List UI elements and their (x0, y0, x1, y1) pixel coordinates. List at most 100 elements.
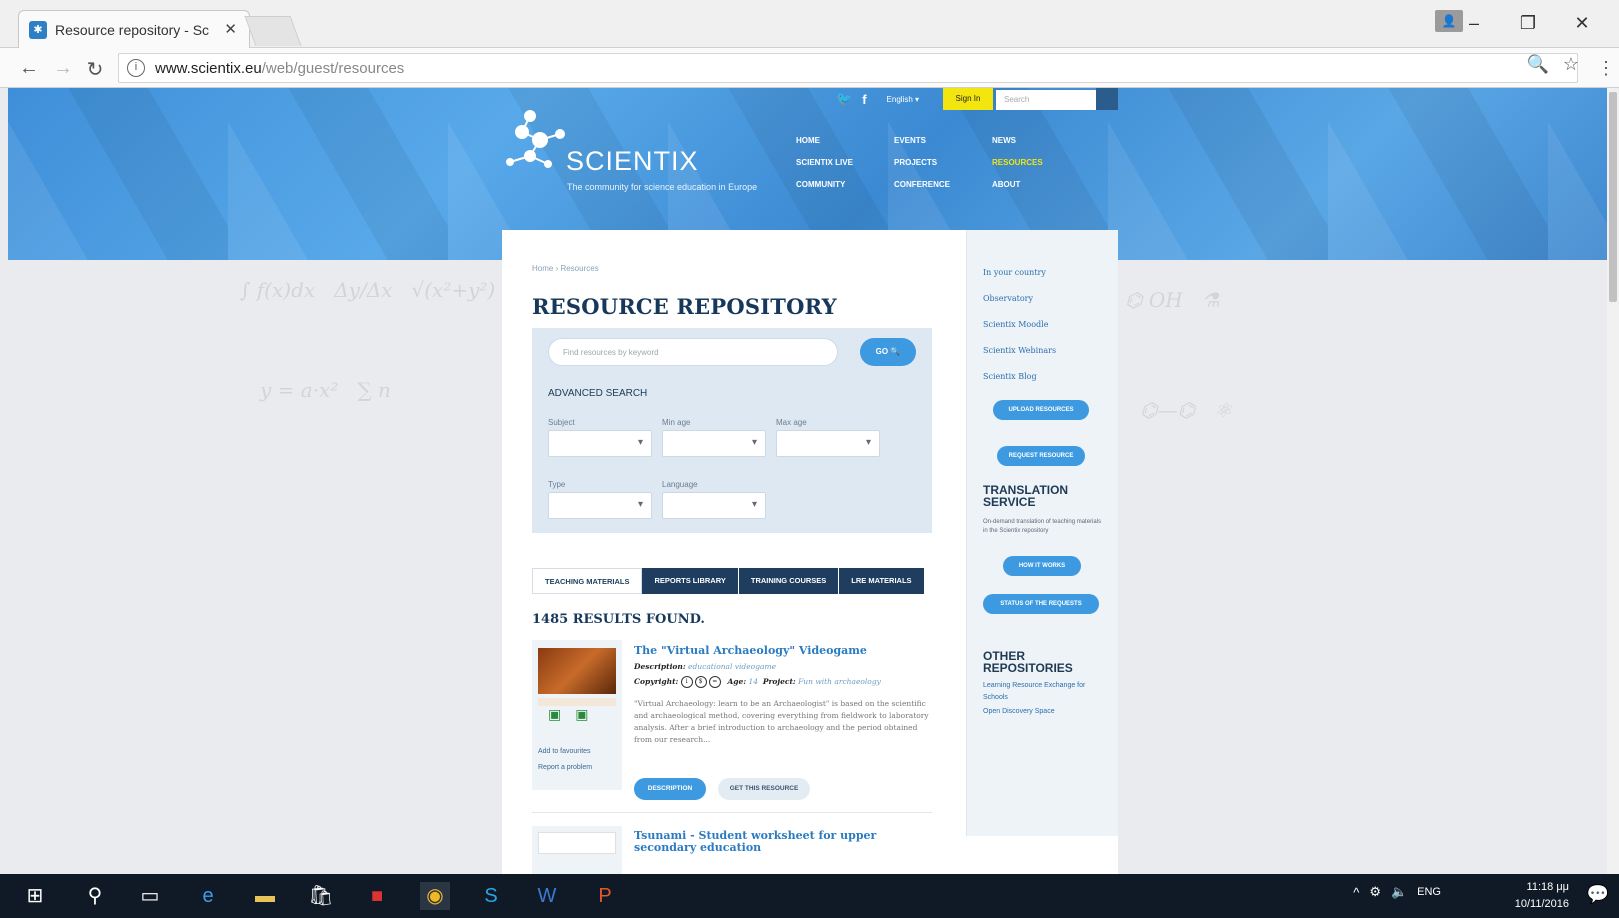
sidebar-footer-space (966, 836, 1118, 874)
new-tab-button[interactable] (244, 16, 302, 46)
cc-by-icon: i (680, 676, 693, 688)
nav-community[interactable]: Community (796, 180, 894, 189)
result-thumbnail-panel (532, 826, 622, 874)
address-bar[interactable]: i www.scientix.eu/web/guest/resources (118, 53, 1578, 83)
sidebar-link-moodle[interactable]: Scientix Moodle (983, 320, 1048, 329)
nav-resources[interactable]: Resources (992, 158, 1072, 167)
network-icon[interactable]: ⚙ (1369, 884, 1381, 900)
maximize-button[interactable]: ❐ (1501, 8, 1555, 38)
description-label: Description: (634, 662, 686, 671)
request-resource-button[interactable]: Request resource (997, 446, 1085, 466)
nav-news[interactable]: News (992, 136, 1072, 145)
notifications-icon[interactable]: 💬 (1587, 884, 1609, 905)
sidebar-link-in-your-country[interactable]: In your country (983, 268, 1046, 277)
omnibox-icons: 🔍 ☆ (1526, 54, 1579, 75)
powerpoint-app-icon[interactable]: P (590, 882, 620, 910)
skype-icon[interactable]: S (476, 882, 506, 910)
other-repo-ods[interactable]: Open Discovery Space (983, 706, 1055, 718)
file-explorer-icon[interactable]: ▬ (250, 882, 280, 910)
background-graph-sketch: y = a·x² ∑ n (260, 378, 391, 402)
nav-projects[interactable]: Projects (894, 158, 992, 167)
tab-lre-materials[interactable]: LRE materials (839, 568, 925, 594)
result-title[interactable]: The "Virtual Archaeology" Videogame (634, 644, 867, 657)
result-thumbnail[interactable] (538, 832, 616, 854)
site-search-input[interactable]: Search (996, 90, 1096, 110)
other-repo-lre[interactable]: Learning Resource Exchange for Schools (983, 680, 1103, 704)
browser-menu-icon[interactable]: ⋮ (1597, 58, 1615, 79)
sidebar: In your country Observatory Scientix Moo… (966, 230, 1118, 836)
chrome-icon[interactable]: ◉ (420, 882, 450, 910)
max-age-select[interactable] (776, 430, 880, 457)
age-value: 14 (748, 677, 759, 686)
facebook-icon[interactable]: f (862, 92, 866, 107)
system-tray: ^ ⚙ 🔈 ENG (1353, 884, 1441, 900)
nav-home[interactable]: Home (796, 136, 894, 145)
volume-icon[interactable]: 🔈 (1391, 884, 1407, 900)
status-requests-button[interactable]: Status of the requests (983, 594, 1099, 614)
nav-about[interactable]: About (992, 180, 1072, 189)
nav-conference[interactable]: Conference (894, 180, 992, 189)
nav-events[interactable]: Events (894, 136, 992, 145)
scrollbar-thumb[interactable] (1609, 92, 1617, 302)
sign-in-button[interactable]: Sign In (943, 88, 993, 110)
type-select[interactable] (548, 492, 652, 519)
cc-nd-icon: = (708, 676, 721, 688)
project-value[interactable]: Fun with archaeology (798, 677, 881, 686)
how-it-works-button[interactable]: How it works (1003, 556, 1081, 576)
input-language[interactable]: ENG (1417, 886, 1441, 898)
bookmark-star-icon[interactable]: ☆ (1563, 54, 1579, 75)
page-scrollbar[interactable] (1607, 88, 1619, 874)
language-label: Language (662, 480, 698, 489)
sidebar-link-observatory[interactable]: Observatory (983, 294, 1033, 303)
edge-browser-icon[interactable]: e (193, 882, 223, 910)
media-app-icon[interactable]: ■ (362, 882, 392, 910)
taskbar-clock[interactable]: 11:18 μμ 10/11/2016 (1515, 879, 1569, 913)
tab-reports-library[interactable]: Reports library (642, 568, 739, 594)
scientix-logo[interactable]: SCIENTIX The community for science educa… (500, 106, 760, 196)
back-arrow-icon[interactable]: ← (16, 57, 42, 80)
tab-training-courses[interactable]: Training courses (738, 568, 840, 594)
sidebar-link-webinars[interactable]: Scientix Webinars (983, 346, 1056, 355)
breadcrumb[interactable]: Home › Resources (532, 264, 599, 273)
min-age-select[interactable] (662, 430, 766, 457)
result-title[interactable]: Tsunami - Student worksheet for upper se… (634, 830, 894, 854)
close-window-button[interactable]: ✕ (1555, 8, 1609, 38)
scientix-favicon-icon: ✱ (29, 20, 47, 39)
result-thumbnail[interactable] (538, 648, 616, 694)
site-info-icon[interactable]: i (127, 59, 145, 77)
task-view-icon[interactable]: ▭ (135, 882, 165, 910)
description-button[interactable]: Description (634, 778, 706, 800)
tab-teaching-materials[interactable]: Teaching materials (532, 568, 643, 594)
search-icon[interactable]: ⚲ (80, 882, 110, 910)
windows-start-icon[interactable]: ⊞ (20, 882, 50, 910)
get-resource-button[interactable]: Get this resource (718, 778, 810, 800)
sidebar-link-blog[interactable]: Scientix Blog (983, 372, 1037, 381)
subject-select[interactable] (548, 430, 652, 457)
upload-resources-button[interactable]: Upload resources (993, 400, 1089, 420)
add-favourites-link[interactable]: Add to favourites (538, 748, 591, 755)
store-icon[interactable]: 🛍 (306, 882, 336, 910)
molecule-logo-icon (506, 110, 565, 168)
keyword-search-input[interactable]: Find resources by keyword (548, 338, 838, 366)
browser-tab[interactable]: ✱ Resource repository - Sc ✕ (18, 10, 250, 48)
window-controls: – ❐ ✕ (1447, 8, 1609, 38)
result-thumbnail-panel: ▣▣ Add to favourites Report a problem (532, 640, 622, 790)
language-selector[interactable]: English ▾ (887, 95, 919, 104)
thumbnail-caption-strip (538, 698, 616, 706)
nav-scientix-live[interactable]: Scientix Live (796, 158, 894, 167)
forward-arrow-icon[interactable]: → (50, 57, 76, 80)
windows-taskbar: ⊞ ⚲ ▭ e ▬ 🛍 ■ ◉ S W P ^ ⚙ 🔈 ENG 11:18 μμ… (0, 874, 1619, 918)
main-content: Home › Resources RESOURCE REPOSITORY Fin… (502, 230, 966, 874)
reload-icon[interactable]: ↻ (82, 57, 108, 82)
go-search-button[interactable]: GO 🔍 (860, 338, 916, 366)
language-select[interactable] (662, 492, 766, 519)
tray-expand-icon[interactable]: ^ (1353, 885, 1359, 900)
word-app-icon[interactable]: W (532, 882, 562, 910)
zoom-icon[interactable]: 🔍 (1526, 54, 1548, 75)
minimize-button[interactable]: – (1447, 8, 1501, 38)
site-search-button[interactable] (1096, 88, 1118, 110)
report-problem-link[interactable]: Report a problem (538, 764, 592, 771)
twitter-icon[interactable]: 🐦 (836, 91, 852, 107)
tab-close-icon[interactable]: ✕ (224, 20, 237, 38)
url-host: www.scientix.eu (155, 59, 262, 77)
